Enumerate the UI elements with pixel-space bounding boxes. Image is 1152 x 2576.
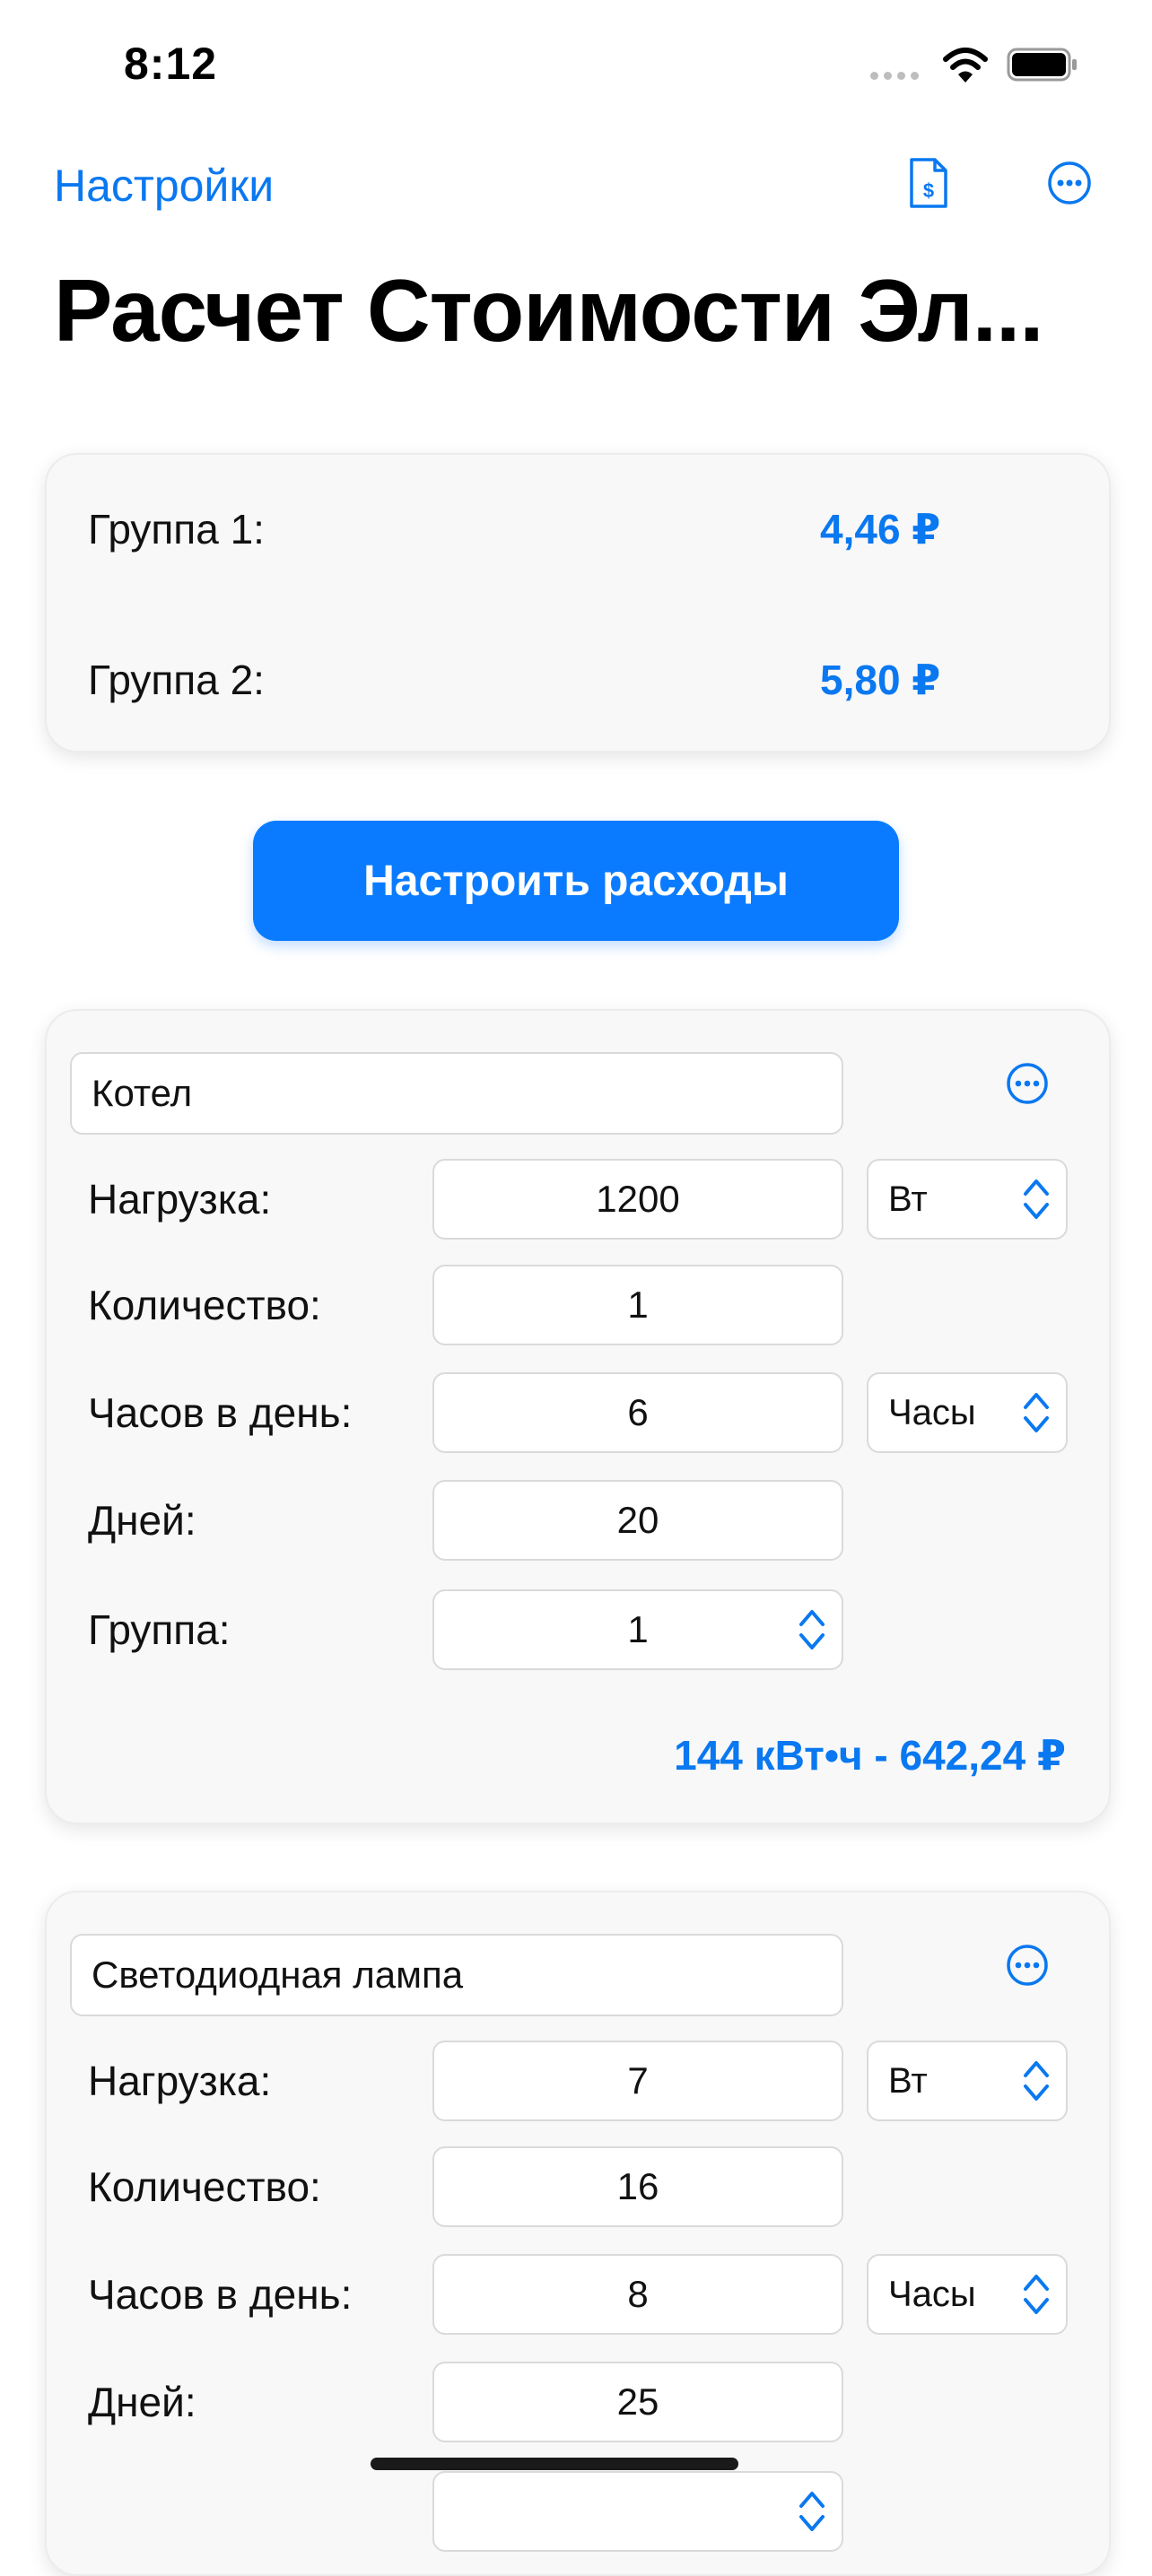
- svg-text:$: $: [923, 179, 934, 202]
- load-label: Нагрузка:: [88, 2058, 272, 2104]
- group-2-label: Группа 2:: [88, 657, 265, 703]
- group-1-label: Группа 1:: [88, 506, 265, 553]
- hours-per-day-input[interactable]: 8: [432, 2254, 843, 2335]
- group-prices-card: Группа 1: 4,46 ₽ Группа 2: 5,80 ₽: [45, 453, 1111, 753]
- load-input[interactable]: 7: [432, 2041, 843, 2121]
- hours-unit-value: Часы: [888, 2274, 976, 2314]
- group-select[interactable]: [432, 2471, 843, 2552]
- device-card: Котел Нагрузка: 1200 Вт Количество: 1 Ча…: [45, 1009, 1111, 1824]
- device-card: Светодиодная лампа Нагрузка: 7 Вт Количе…: [45, 1891, 1111, 2576]
- device-total: 144 кВт•ч - 642,24 ₽: [674, 1732, 1066, 1779]
- settings-back-button[interactable]: Настройки: [54, 160, 274, 212]
- load-unit-value: Вт: [888, 1179, 928, 1219]
- device-name-field[interactable]: Котел: [70, 1052, 843, 1135]
- wifi-icon: [943, 48, 988, 83]
- group-2-price: 5,80 ₽: [820, 657, 941, 703]
- quantity-label: Количество:: [88, 1282, 321, 1328]
- days-label: Дней:: [88, 2379, 196, 2425]
- device-more-icon[interactable]: [1005, 1943, 1050, 1988]
- quantity-label: Количество:: [88, 2163, 321, 2210]
- status-time: 8:12: [124, 39, 218, 89]
- device-name-field[interactable]: Светодиодная лампа: [70, 1934, 843, 2016]
- hours-per-day-input[interactable]: 6: [432, 1372, 843, 1453]
- days-input[interactable]: 25: [432, 2362, 843, 2442]
- group-select[interactable]: 1: [432, 1589, 843, 1670]
- days-label: Дней:: [88, 1497, 196, 1544]
- chevron-updown-icon: [1024, 2275, 1049, 2314]
- battery-icon: [1007, 48, 1077, 82]
- load-label: Нагрузка:: [88, 1176, 272, 1223]
- chevron-updown-icon: [1024, 1179, 1049, 1219]
- hours-per-day-label: Часов в день:: [88, 1389, 353, 1436]
- document-dollar-icon[interactable]: $: [906, 156, 951, 210]
- more-options-icon[interactable]: [1046, 160, 1093, 206]
- group-label: Группа:: [88, 1606, 231, 1653]
- load-input[interactable]: 1200: [432, 1159, 843, 1240]
- chevron-updown-icon: [1024, 2061, 1049, 2101]
- home-indicator[interactable]: [371, 2458, 738, 2470]
- device-more-icon[interactable]: [1005, 1061, 1050, 1106]
- configure-expenses-button[interactable]: Настроить расходы: [253, 821, 899, 941]
- cellular-signal-icon: [870, 72, 919, 80]
- page-title: Расчет Стоимости Эл...: [54, 261, 1043, 360]
- chevron-updown-icon: [799, 1610, 825, 1649]
- quantity-input[interactable]: 1: [432, 1265, 843, 1345]
- hours-unit-value: Часы: [888, 1392, 976, 1432]
- hours-per-day-label: Часов в день:: [88, 2271, 353, 2318]
- chevron-updown-icon: [1024, 1393, 1049, 1432]
- quantity-input[interactable]: 16: [432, 2146, 843, 2227]
- load-unit-value: Вт: [888, 2060, 928, 2101]
- chevron-updown-icon: [799, 2492, 825, 2531]
- group-1-price: 4,46 ₽: [820, 506, 941, 553]
- days-input[interactable]: 20: [432, 1480, 843, 1561]
